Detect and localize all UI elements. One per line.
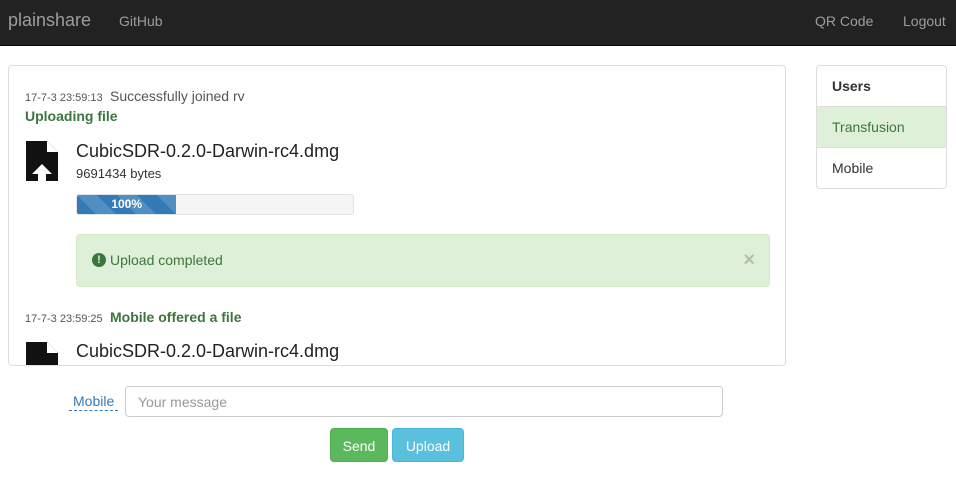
message-offer: 17-7-3 23:59:25 Mobile offered a file bbox=[25, 309, 241, 325]
message-input[interactable] bbox=[125, 386, 723, 417]
user-item-transfusion[interactable]: Transfusion bbox=[817, 107, 946, 148]
chat-panel[interactable]: 17-7-3 23:59:13 Successfully joined rv U… bbox=[8, 65, 786, 366]
send-button[interactable]: Send bbox=[330, 428, 388, 462]
recipient-selector[interactable]: Mobile bbox=[69, 393, 119, 411]
file-upload-icon[interactable] bbox=[26, 141, 58, 181]
upload-button[interactable]: Upload bbox=[392, 428, 464, 462]
upload-progress-bar: 100% bbox=[76, 194, 354, 215]
users-heading: Users bbox=[817, 66, 946, 107]
navbar: plainshare GitHub QR Code Logout bbox=[0, 0, 956, 46]
message-text: Mobile offered a file bbox=[110, 309, 242, 325]
file-name: CubicSDR-0.2.0-Darwin-rc4.dmg bbox=[76, 141, 340, 161]
nav-link-github[interactable]: GitHub bbox=[119, 13, 163, 29]
file-name: CubicSDR-0.2.0-Darwin-rc4.dmg bbox=[76, 341, 340, 361]
user-item-mobile[interactable]: Mobile bbox=[817, 148, 946, 188]
message-timestamp: 17-7-3 23:59:25 bbox=[25, 313, 103, 325]
nav-link-logout[interactable]: Logout bbox=[903, 13, 946, 29]
nav-link-qr-code[interactable]: QR Code bbox=[815, 13, 873, 29]
progress-fill: 100% bbox=[77, 195, 177, 214]
upload-status: Uploading file bbox=[25, 108, 118, 124]
exclamation-circle-icon: ! bbox=[92, 253, 106, 267]
file-icon[interactable] bbox=[26, 342, 58, 366]
message-text: Successfully joined rv bbox=[110, 88, 245, 104]
close-icon[interactable]: × bbox=[743, 249, 755, 272]
alert-text: Upload completed bbox=[110, 252, 223, 268]
message-timestamp: 17-7-3 23:59:13 bbox=[25, 92, 103, 104]
upload-completed-alert: ! Upload completed × bbox=[76, 234, 770, 287]
file-size: 9691434 bytes bbox=[76, 166, 162, 181]
brand-logo[interactable]: plainshare bbox=[8, 10, 91, 31]
message-join: 17-7-3 23:59:13 Successfully joined rv bbox=[25, 88, 245, 104]
users-panel: Users Transfusion Mobile bbox=[816, 65, 947, 189]
